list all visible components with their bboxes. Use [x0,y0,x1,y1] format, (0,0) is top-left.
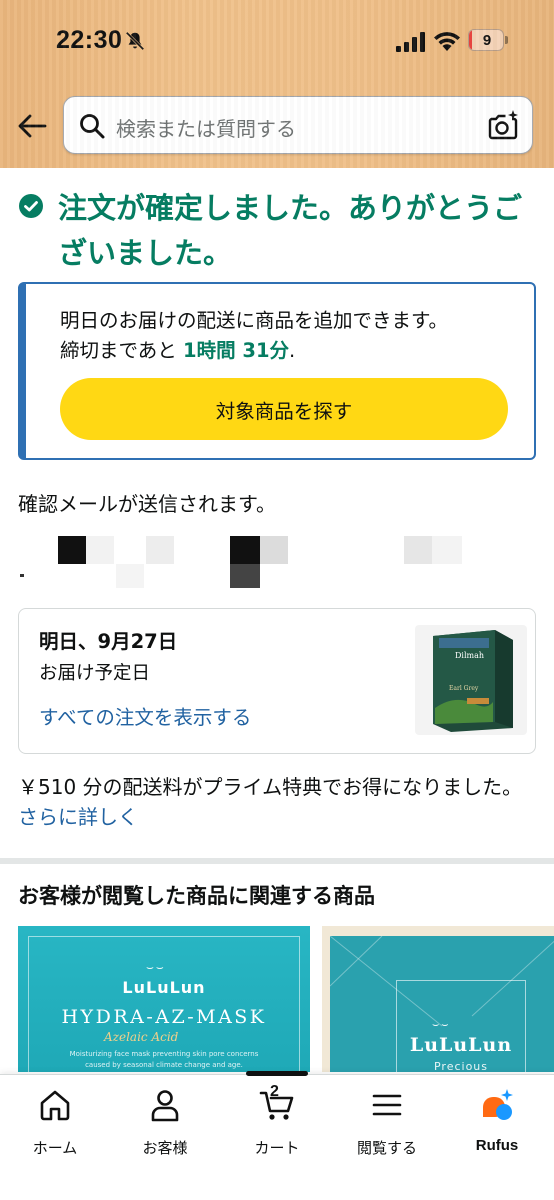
product-name: HYDRA-AZ-MASK [61,1006,267,1028]
search-input[interactable]: 検索または質問する [63,96,533,154]
check-circle-icon [19,194,43,218]
cutoff-prefix: 締切まであと [60,339,184,362]
product-script: Azelaic Acid [104,1030,179,1044]
bell-slash-icon [125,31,145,51]
rufus-icon [483,1089,513,1120]
prime-savings-note: ￥510 分の配送料がプライム特典でお得になりました。 さらに詳しく [18,772,536,832]
recommendations-title: お客様が閲覧した商品に関連する商品 [18,884,375,908]
order-summary-card: 明日、9月27日 お届け予定日 すべての注文を表示する Dilmah Earl … [18,608,536,754]
learn-more-link[interactable]: さらに詳しく [18,805,138,829]
camera-search-icon[interactable] [486,109,520,143]
signal-icon [396,32,425,52]
tab-rufus[interactable]: Rufus [442,1087,552,1157]
tab-home-label: ホーム [32,1139,78,1157]
back-button[interactable] [14,108,50,144]
product-name: Earl Grey [449,685,479,692]
cart-count-badge: 2 [270,1083,279,1100]
delivery-date-label: お届け予定日 [39,663,151,684]
tab-browse-label: 閲覧する [356,1139,417,1157]
cutoff-time: 1時間 31分 [183,339,290,362]
arrow-left-icon [18,114,47,138]
status-time: 22:30 [56,26,123,54]
recommended-product-card[interactable]: ⌣⌣ LuLuLun HYDRA-AZ-MASK Azelaic Acid Mo… [18,926,310,1072]
add-to-delivery-text: 明日のお届けの配送に商品を追加できます。 [60,309,449,332]
search-placeholder: 検索または質問する [116,117,296,141]
tab-account[interactable]: お客様 [110,1087,220,1157]
bottom-tab-bar: ホーム お客様 2 カート 閲覧する Rufus [0,1071,554,1200]
status-bar: 22:30 9 [0,0,554,80]
order-confirmed-message: 注文が確定しました。ありがとうございました。 [58,191,523,270]
tab-cart-label: カート [254,1139,300,1157]
active-tab-indicator [246,1071,308,1076]
redacted-email-address [18,532,538,592]
battery-indicator: 9 [468,29,508,51]
person-icon [151,1090,179,1122]
section-divider [0,858,554,864]
recommended-product-card[interactable]: ⌣⌣ LuLuLun Precious [322,926,554,1072]
delivery-date: 明日、9月27日 [39,630,178,653]
product-brand: LuLuLun [409,1034,513,1056]
product-brand: Dilmah [455,651,484,660]
tab-home[interactable]: ホーム [0,1087,110,1157]
tab-cart[interactable]: 2 カート [222,1083,332,1157]
add-to-delivery-panel: 明日のお届けの配送に商品を追加できます。 締切まであと 1時間 31分. 対象商… [18,282,536,460]
tab-browse[interactable]: 閲覧する [332,1087,442,1157]
tea-box-image: Dilmah Earl Grey [433,630,513,732]
wifi-icon [434,32,460,51]
menu-icon [372,1094,402,1116]
tab-rufus-label: Rufus [475,1137,519,1154]
lash-decoration-icon: ⌣⌣ [432,1018,451,1031]
app-header: 22:30 9 検索または質問する [0,0,554,168]
tab-account-label: お客様 [142,1139,188,1157]
search-icon [80,114,105,139]
find-eligible-items-button[interactable]: 対象商品を探す [60,378,508,440]
cutoff-text: 締切まであと 1時間 31分. [60,334,295,363]
home-icon [40,1090,70,1121]
product-description-line2: caused by seasonal climate change and ag… [85,1061,243,1069]
product-line: Precious [433,1060,489,1072]
product-brand: LuLuLun [122,978,206,997]
prime-savings-text: ￥510 分の配送料がプライム特典でお得になりました。 [18,775,523,799]
product-description-line1: Moisturizing face mask preventing skin p… [69,1050,259,1058]
view-all-orders-link[interactable]: すべての注文を表示する [39,701,251,730]
email-sent-note: 確認メールが送信されます。 [18,492,276,516]
battery-level: 9 [482,32,492,49]
product-thumbnail[interactable]: Dilmah Earl Grey [415,625,527,735]
lash-decoration-icon: ⌣⌣ [146,960,166,974]
cutoff-suffix: . [289,339,296,362]
